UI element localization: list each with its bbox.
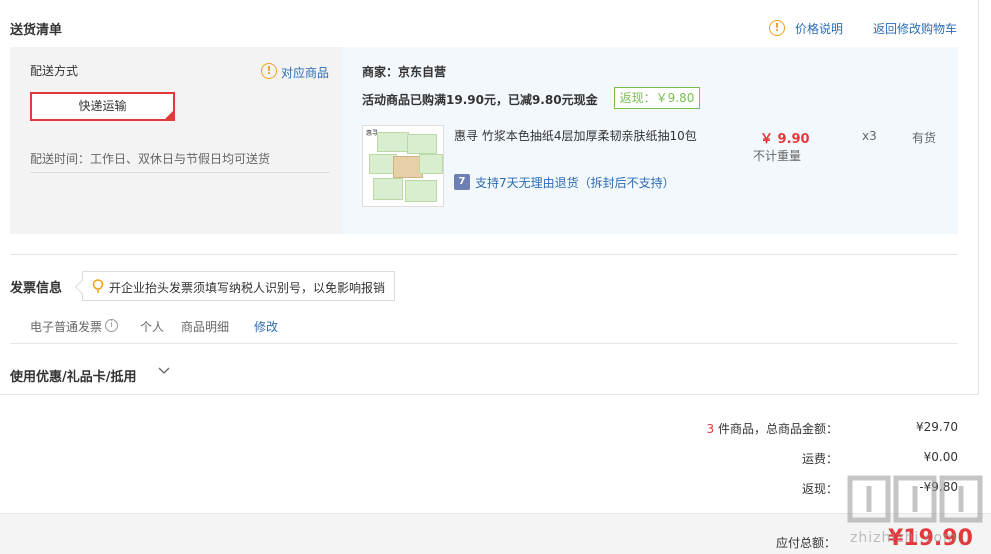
tip-arrow [74, 279, 90, 295]
price-note-link[interactable]: 价格说明 [795, 20, 843, 37]
warning-icon: ! [261, 63, 277, 79]
freight-value: ¥0.00 [923, 450, 958, 464]
total-goods-text: 件商品，总商品金额： [714, 422, 838, 436]
total-goods-label: 3 件商品，总商品金额： [690, 420, 838, 437]
invoice-header-type: 个人 [140, 320, 165, 334]
payable-bar: 应付总额： ¥19.90 [0, 513, 991, 554]
invoice-tip: 开企业抬头发票须填写纳税人识别号，以免影响报销 [74, 271, 395, 301]
delivery-time-text: 配送时间：工作日、双休日与节假日均可送货 [30, 152, 271, 166]
divider [10, 254, 958, 255]
coupon-toggle[interactable]: 使用优惠/礼品卡/抵用 [10, 366, 137, 385]
divider [10, 343, 958, 344]
tissue-pack-image [377, 132, 409, 152]
express-shipping-label: 快递运输 [78, 99, 127, 113]
back-to-cart-link[interactable]: 返回修改购物车 [873, 20, 957, 37]
selected-corner-icon [163, 109, 175, 121]
product-price: ￥ 9.90 [760, 132, 810, 147]
product-weight: 不计重量 [753, 149, 802, 163]
total-goods-value: ¥29.70 [916, 420, 958, 434]
tissue-pack-image [405, 180, 437, 202]
product-quantity: x3 [862, 129, 877, 143]
promo-text: 活动商品已购满19.90元，已减9.80元现金 [362, 93, 598, 107]
chevron-down-icon[interactable] [158, 365, 170, 377]
lightbulb-icon [92, 279, 104, 293]
edit-invoice-link[interactable]: 修改 [254, 318, 278, 335]
cashback-badge: 返现：￥9.80 [614, 87, 700, 109]
product-name-link[interactable]: 惠寻 竹浆本色抽纸4层加厚柔韧亲肤纸抽10包 [454, 127, 697, 144]
divider [30, 172, 330, 173]
goods-panel: 商家：京东自营 活动商品已购满19.90元，已减9.80元现金 返现：￥9.80… [342, 47, 958, 234]
cashback-label: 返现： [801, 482, 838, 496]
express-shipping-button[interactable]: 快递运输 [30, 92, 175, 121]
invoice-tip-text: 开企业抬头发票须填写纳税人识别号，以免影响报销 [109, 281, 386, 295]
tissue-pack-image [407, 134, 437, 154]
warning-icon: ! [769, 20, 785, 36]
delivery-list-title: 送货清单 [10, 23, 63, 38]
seven-day-return-icon: 7 [454, 174, 470, 190]
shipping-panel: 配送方式 ! 对应商品 快递运输 配送时间：工作日、双休日与节假日均可送货 [10, 47, 342, 234]
invoice-content: 商品明细 [181, 320, 230, 334]
return-policy-text: 支持7天无理由退货（拆封后不支持） [475, 176, 675, 190]
product-thumbnail[interactable]: 惠寻 [362, 125, 444, 207]
invoice-title: 发票信息 [10, 281, 63, 296]
match-goods-link[interactable]: 对应商品 [281, 64, 329, 81]
merchant-name: 商家：京东自营 [362, 65, 447, 79]
site-watermark-text: zhizhizhi.com [850, 530, 958, 546]
tissue-pack-image [419, 154, 443, 174]
content-right-border [978, 0, 979, 394]
divider [0, 394, 979, 395]
shipping-method-label: 配送方式 [30, 64, 79, 78]
payable-label: 应付总额： [776, 536, 837, 550]
info-icon[interactable]: i [105, 319, 118, 332]
tissue-pack-image [373, 178, 403, 200]
invoice-type: 电子普通发票 [30, 320, 103, 334]
freight-label: 运费： [801, 452, 838, 466]
stock-status: 有货 [912, 131, 937, 145]
